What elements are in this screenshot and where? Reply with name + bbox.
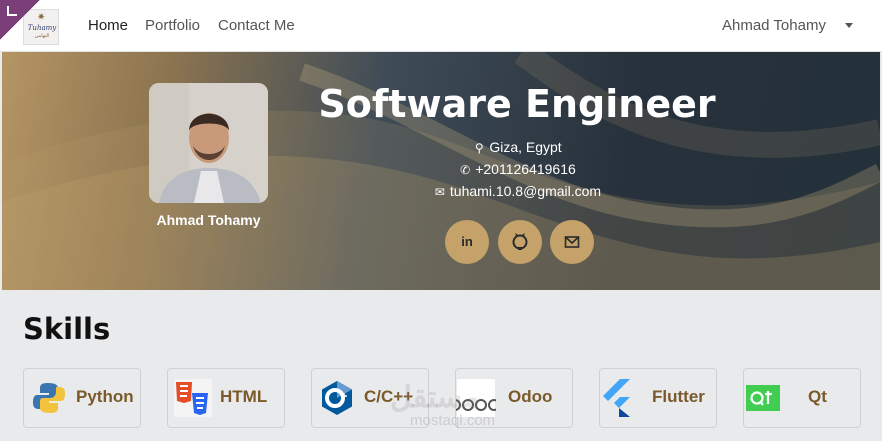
chevron-down-icon[interactable] [845,23,853,28]
qt-logo-icon [746,385,780,411]
email-row: ✉ tuhami.10.8@gmail.com [382,183,652,199]
navbar: ✷ Tuhamy التهامي Home Portfolio Contact … [0,0,882,52]
phone-row: ✆ +201126419616 [382,161,652,177]
skill-name: HTML [220,387,268,406]
phone-text: +201126419616 [475,161,576,177]
linkedin-button[interactable]: in [445,220,489,264]
nav-contact-me[interactable]: Contact Me [218,17,295,34]
nav-portfolio[interactable]: Portfolio [145,17,200,34]
profile-name: Ahmad Tohamy [156,212,261,228]
phone-icon: ✆ [460,163,471,177]
location-text: Giza, Egypt [489,139,562,155]
page-title: Software Engineer [318,82,716,126]
skill-name: Odoo [508,387,553,406]
envelope-icon: ✉ [434,185,445,199]
envelope-icon [564,236,580,248]
hero-banner: Ahmad Tohamy Software Engineer ⚲ Giza, Eg… [2,52,880,290]
skill-name: Qt [808,387,827,406]
profile-photo [149,83,268,203]
linkedin-icon: in [461,234,473,249]
watermark: مستقل [390,381,480,414]
email-button[interactable] [550,220,594,264]
skill-card-python[interactable]: Python [23,368,141,428]
skill-card-qt[interactable]: Qt [743,368,861,428]
location-row: ⚲ Giza, Egypt [382,139,652,155]
github-button[interactable] [498,220,542,264]
skill-card-html[interactable]: HTML [167,368,285,428]
map-pin-icon: ⚲ [474,141,484,155]
skill-name: Python [76,387,134,406]
nav-home[interactable]: Home [88,17,128,34]
user-menu[interactable]: Ahmad Tohamy [722,17,826,34]
python-logo-icon [33,383,65,413]
skill-name: Flutter [652,387,705,406]
skills-heading: Skills [23,312,111,346]
html5-logo-icon [174,379,212,417]
github-icon [512,233,528,250]
flutter-logo-icon [603,379,630,417]
page: ✷ Tuhamy التهامي Home Portfolio Contact … [0,0,882,441]
edit-corner-icon[interactable] [0,0,40,40]
cpp-logo-icon [322,381,352,415]
watermark-url: mostaql.com [410,412,496,429]
skill-card-flutter[interactable]: Flutter [599,368,717,428]
email-text: tuhami.10.8@gmail.com [449,183,602,199]
